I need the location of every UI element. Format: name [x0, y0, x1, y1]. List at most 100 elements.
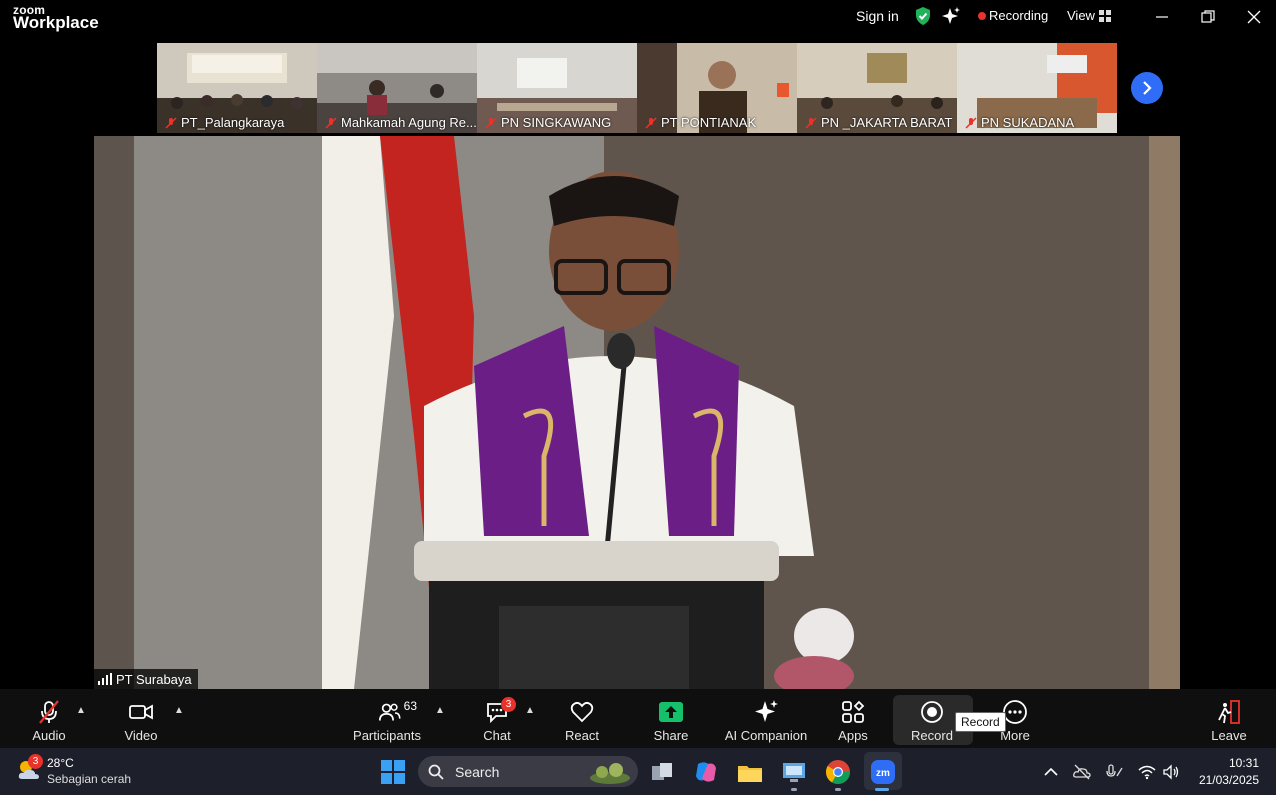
leave-label: Leave	[1211, 728, 1247, 743]
active-speaker-video[interactable]	[94, 136, 1180, 689]
participant-name: PT PONTIANAK	[645, 115, 756, 130]
share-button[interactable]: Share	[646, 689, 696, 748]
task-view-icon[interactable]	[648, 758, 676, 786]
participant-tile[interactable]: PN SINGKAWANG	[477, 43, 637, 133]
copilot-icon[interactable]	[692, 758, 720, 786]
record-button[interactable]: Record	[907, 689, 957, 748]
mic-muted-icon	[965, 116, 977, 129]
apps-button[interactable]: Apps	[828, 689, 878, 748]
speaker-name-label: PT Surabaya	[94, 669, 198, 689]
share-screen-icon	[659, 702, 683, 722]
title-bar: zoom Workplace Sign in Recording View	[0, 0, 1276, 40]
record-label: Record	[911, 728, 953, 743]
apps-label: Apps	[838, 728, 868, 743]
onedrive-offline-icon[interactable]	[1073, 764, 1091, 780]
participant-tile[interactable]: PN _JAKARTA BARAT	[797, 43, 957, 133]
audio-options-caret-icon[interactable]: ▲	[76, 705, 86, 716]
svg-text:zm: zm	[876, 768, 890, 779]
ai-companion-label: AI Companion	[724, 728, 808, 743]
clock-time[interactable]: 10:31	[1227, 756, 1259, 770]
mic-muted-icon	[805, 116, 817, 129]
windows-taskbar: 3 28°C Sebagian cerah Search zm 10:31 21…	[0, 748, 1276, 795]
participant-gallery-strip: PT_Palangkaraya Mahkamah Agung Re... PN …	[157, 43, 1117, 133]
file-explorer-icon[interactable]	[736, 758, 764, 786]
participant-name: PN SUKADANA	[965, 115, 1074, 130]
participants-label: Participants	[353, 728, 421, 743]
running-indicator	[791, 788, 797, 791]
video-button[interactable]: Video	[116, 689, 166, 748]
audio-label: Audio	[32, 728, 66, 743]
ai-companion-sparkle-icon	[755, 700, 778, 722]
windows-start-icon[interactable]	[381, 760, 405, 784]
chevron-right-icon	[1143, 81, 1152, 95]
sign-in-button[interactable]: Sign in	[856, 8, 899, 24]
speaker-volume-icon[interactable]	[1162, 764, 1180, 780]
participant-tile[interactable]: PT_Palangkaraya	[157, 43, 317, 133]
video-label: Video	[124, 728, 158, 743]
chat-label: Chat	[483, 728, 511, 743]
recording-status[interactable]: Recording	[989, 8, 1048, 23]
mic-muted-icon	[485, 116, 497, 129]
gallery-next-button[interactable]	[1131, 72, 1163, 104]
participant-tile[interactable]: PN SUKADANA	[957, 43, 1117, 133]
taskbar-search-placeholder: Search	[455, 764, 500, 780]
weather-alert-badge: 3	[28, 754, 43, 769]
record-icon	[921, 701, 943, 723]
shield-check-icon[interactable]	[913, 6, 933, 26]
leave-button[interactable]: Leave	[1204, 689, 1254, 748]
heart-icon	[570, 701, 594, 723]
chrome-icon[interactable]	[824, 758, 852, 786]
chevron-up-icon[interactable]	[1042, 764, 1060, 780]
chat-unread-badge: 3	[501, 697, 516, 712]
search-highlight-icon	[590, 763, 630, 784]
chat-options-caret-icon[interactable]: ▲	[525, 705, 535, 716]
react-button[interactable]: React	[557, 689, 607, 748]
participants-button[interactable]: 63 Participants	[352, 689, 422, 748]
participant-name: PT_Palangkaraya	[165, 115, 284, 130]
speaker-name: PT Surabaya	[116, 671, 192, 687]
participants-icon	[378, 703, 401, 721]
react-label: React	[565, 728, 599, 743]
audio-button[interactable]: Audio	[24, 689, 74, 748]
participant-name: PN SINGKAWANG	[485, 115, 611, 130]
clock-date[interactable]: 21/03/2025	[1196, 773, 1259, 787]
meeting-toolbar: Audio ▲ Video ▲ 63 Participants ▲ Chat 3	[0, 689, 1276, 748]
participant-name: Mahkamah Agung Re...	[325, 115, 477, 130]
mic-muted-icon	[645, 116, 657, 129]
active-indicator	[875, 788, 889, 791]
mic-muted-icon	[325, 116, 337, 129]
participants-options-caret-icon[interactable]: ▲	[435, 705, 445, 716]
share-label: Share	[653, 728, 689, 743]
recording-indicator-icon	[978, 12, 986, 20]
apps-icon	[842, 700, 865, 723]
ai-companion-button[interactable]: AI Companion	[724, 689, 808, 748]
search-icon	[428, 764, 444, 780]
wifi-icon[interactable]	[1138, 764, 1156, 780]
minimize-icon[interactable]	[1153, 8, 1171, 26]
running-indicator	[835, 788, 841, 791]
close-icon[interactable]	[1245, 8, 1263, 26]
weather-description[interactable]: Sebagian cerah	[47, 772, 131, 786]
speaker-video-frame	[94, 136, 1180, 689]
participant-tile[interactable]: Mahkamah Agung Re...	[317, 43, 477, 133]
weather-temperature[interactable]: 28°C	[47, 756, 74, 770]
restore-icon[interactable]	[1199, 8, 1217, 26]
participants-count: 63	[403, 699, 417, 713]
mic-in-use-icon[interactable]	[1105, 764, 1123, 780]
remote-desktop-icon[interactable]	[780, 758, 808, 786]
ai-sparkle-icon[interactable]	[941, 6, 961, 26]
mic-muted-icon	[39, 700, 59, 724]
app-logo: Workplace	[13, 13, 99, 32]
video-camera-icon	[129, 704, 153, 720]
chat-button[interactable]: Chat	[472, 689, 522, 748]
grid-view-icon[interactable]	[1099, 10, 1111, 22]
record-tooltip: Record	[955, 712, 1006, 732]
participant-tile[interactable]: PT PONTIANAK	[637, 43, 797, 133]
video-options-caret-icon[interactable]: ▲	[174, 705, 184, 716]
more-ellipsis-icon	[1003, 700, 1027, 724]
signal-strength-icon	[98, 673, 112, 685]
mic-muted-icon	[165, 116, 177, 129]
leave-door-icon	[1218, 700, 1240, 724]
view-menu-button[interactable]: View	[1067, 8, 1095, 23]
zoom-app-icon[interactable]: zm	[869, 758, 897, 786]
